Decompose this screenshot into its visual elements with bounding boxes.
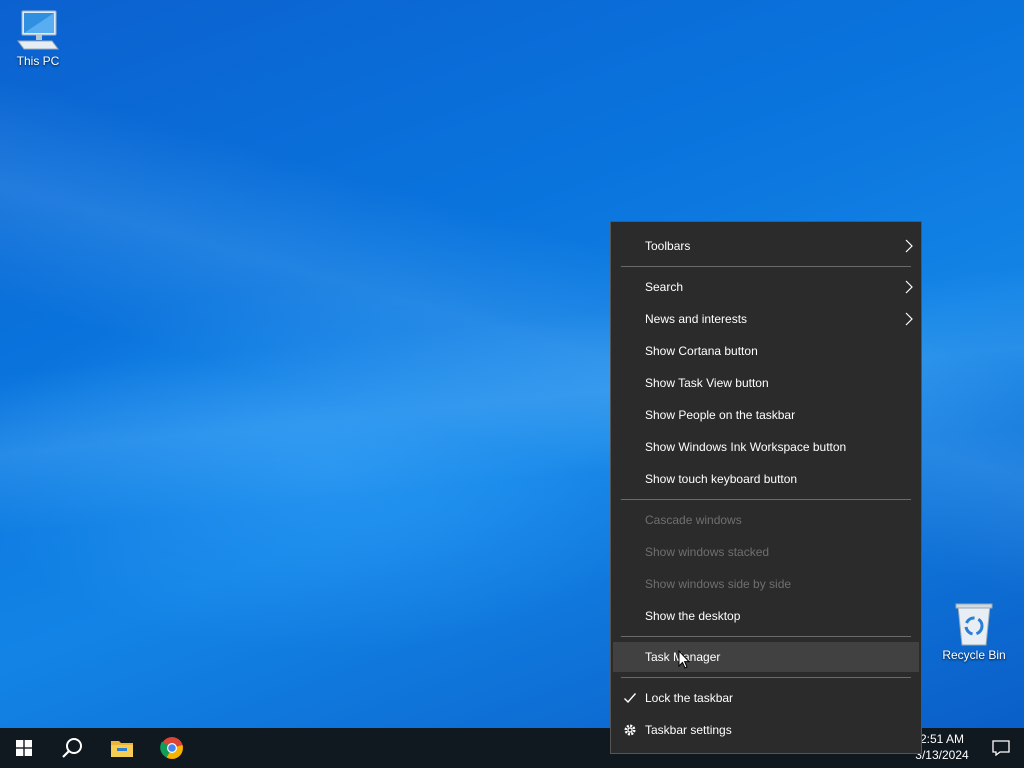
menu-separator xyxy=(621,499,911,500)
checkmark-icon xyxy=(624,693,637,704)
start-icon xyxy=(16,740,32,756)
menu-item-show-windows-stacked: Show windows stacked xyxy=(613,537,919,567)
menu-item-label: Search xyxy=(645,280,684,294)
search-button[interactable] xyxy=(48,728,96,768)
taskbar-context-menu: Toolbars Search News and interests Show … xyxy=(610,221,922,754)
desktop-icon-label: This PC xyxy=(16,54,60,68)
desktop-icon-recycle-bin[interactable]: Recycle Bin xyxy=(936,602,1012,662)
menu-item-label: Taskbar settings xyxy=(645,723,732,737)
menu-item-show-task-view-button[interactable]: Show Task View button xyxy=(613,368,919,398)
menu-item-task-manager[interactable]: Task Manager xyxy=(613,642,919,672)
desktop-icon-label: Recycle Bin xyxy=(942,648,1006,662)
action-center-icon xyxy=(992,740,1010,756)
menu-item-label: Show touch keyboard button xyxy=(645,472,798,486)
computer-icon xyxy=(14,8,62,52)
chevron-right-icon xyxy=(905,280,913,294)
menu-item-show-people[interactable]: Show People on the taskbar xyxy=(613,400,919,430)
menu-separator xyxy=(621,266,911,267)
menu-item-label: Show windows stacked xyxy=(645,545,770,559)
menu-item-label: Show the desktop xyxy=(645,609,741,623)
menu-item-show-the-desktop[interactable]: Show the desktop xyxy=(613,601,919,631)
search-icon xyxy=(62,738,82,758)
menu-item-taskbar-settings[interactable]: Taskbar settings xyxy=(613,715,919,745)
menu-item-label: Show Task View button xyxy=(645,376,769,390)
desktop-icon-this-pc[interactable]: This PC xyxy=(0,8,76,68)
file-explorer-button[interactable] xyxy=(98,728,146,768)
gear-icon xyxy=(624,724,636,736)
menu-item-toolbars[interactable]: Toolbars xyxy=(613,231,919,261)
chrome-button[interactable] xyxy=(148,728,196,768)
menu-item-label: Show People on the taskbar xyxy=(645,408,796,422)
start-button[interactable] xyxy=(0,728,48,768)
menu-item-lock-the-taskbar[interactable]: Lock the taskbar xyxy=(613,683,919,713)
menu-item-cascade-windows: Cascade windows xyxy=(613,505,919,535)
menu-item-show-ink-workspace[interactable]: Show Windows Ink Workspace button xyxy=(613,432,919,462)
menu-item-label: Cascade windows xyxy=(645,513,742,527)
menu-item-show-windows-side-by-side: Show windows side by side xyxy=(613,569,919,599)
chrome-icon xyxy=(160,737,183,759)
menu-separator xyxy=(621,636,911,637)
menu-item-label: Toolbars xyxy=(645,239,691,253)
menu-item-label: Show Windows Ink Workspace button xyxy=(645,440,847,454)
menu-item-label: Show windows side by side xyxy=(645,577,792,591)
chevron-right-icon xyxy=(905,312,913,326)
action-center-button[interactable] xyxy=(978,728,1024,768)
chevron-right-icon xyxy=(905,239,913,253)
menu-item-label: Show Cortana button xyxy=(645,344,758,358)
menu-item-show-touch-keyboard[interactable]: Show touch keyboard button xyxy=(613,464,919,494)
recycle-bin-icon xyxy=(950,602,998,646)
mouse-pointer-icon xyxy=(678,650,690,669)
menu-item-search[interactable]: Search xyxy=(613,272,919,302)
menu-item-news-and-interests[interactable]: News and interests xyxy=(613,304,919,334)
menu-item-label: Lock the taskbar xyxy=(645,691,734,705)
file-explorer-icon xyxy=(111,741,133,757)
menu-separator xyxy=(621,677,911,678)
menu-item-show-cortana-button[interactable]: Show Cortana button xyxy=(613,336,919,366)
menu-item-label: News and interests xyxy=(645,312,748,326)
